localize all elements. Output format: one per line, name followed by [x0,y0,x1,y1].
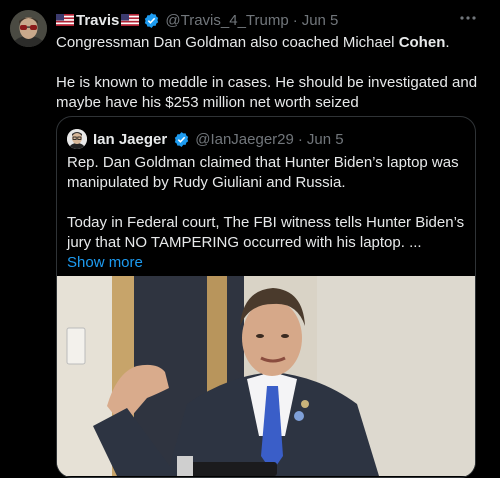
tweet-date[interactable]: Jun 5 [302,12,339,29]
more-options-icon[interactable] [458,8,478,28]
tweet-text: Congressman Dan Goldman also coached Mic… [56,33,486,113]
author-avatar[interactable] [10,10,47,47]
mention-bold: Cohen [398,34,446,51]
quote-date[interactable]: Jun 5 [307,131,344,148]
verified-badge-icon[interactable] [173,131,190,148]
us-flag-icon [121,14,140,26]
show-more-link[interactable]: Show more [67,254,143,271]
quoted-tweet[interactable]: Ian Jaeger @IanJaeger29 · Jun 5 Rep. Dan… [56,116,476,478]
tweet[interactable]: Travis @Travis_4_Trump · Jun 5 Congressm… [0,0,500,478]
author-name[interactable]: Travis [76,12,119,29]
quote-media-image[interactable] [57,276,475,476]
author-handle[interactable]: @Travis_4_Trump [165,12,288,29]
separator: · [297,130,303,148]
us-flag-icon [56,14,74,26]
tweet-paragraph: Congressman Dan Goldman also coached Mic… [56,34,450,51]
quote-author-name[interactable]: Ian Jaeger [93,131,167,148]
verified-badge-icon[interactable] [143,12,160,29]
quote-text: Rep. Dan Goldman claimed that Hunter Bid… [67,153,467,273]
quote-author-avatar[interactable] [67,129,87,149]
tweet-header: Travis @Travis_4_Trump · Jun 5 [56,10,338,30]
separator: · [292,11,298,29]
tweet-paragraph: He is known to meddle in cases. He shoul… [56,74,478,111]
quote-author-handle[interactable]: @IanJaeger29 [195,131,294,148]
quote-paragraph: Rep. Dan Goldman claimed that Hunter Bid… [67,154,459,191]
quote-paragraph: Today in Federal court, The FBI witness … [67,214,465,271]
quote-header: Ian Jaeger @IanJaeger29 · Jun 5 [67,129,344,149]
